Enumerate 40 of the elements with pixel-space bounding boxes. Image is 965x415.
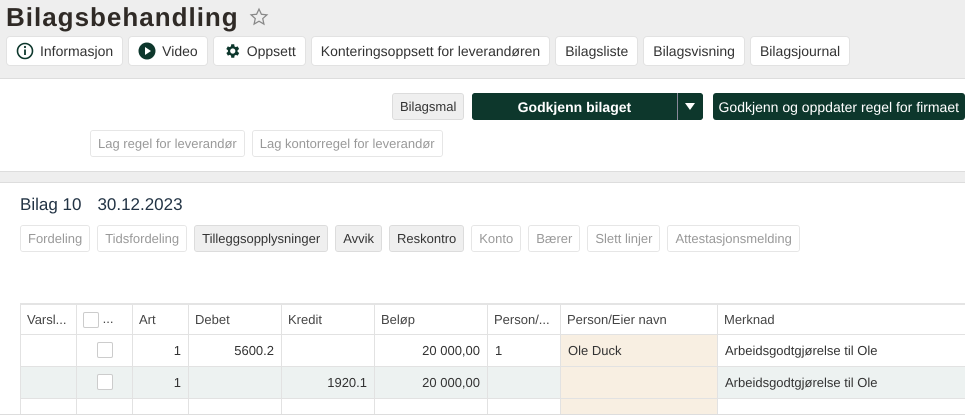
checkbox[interactable] — [83, 312, 99, 328]
nav-button[interactable]: Video — [128, 36, 208, 66]
table-cell: 1 — [132, 366, 188, 398]
table-cell: Ole Duck — [560, 334, 718, 366]
checkbox[interactable] — [96, 342, 112, 358]
nav-button[interactable]: Informasjon — [6, 36, 124, 66]
section-button[interactable]: Tilleggsopplysninger — [194, 225, 328, 252]
caret-icon — [685, 103, 696, 110]
nav-button[interactable]: Konteringsoppsett for leverandøren — [310, 36, 550, 66]
column-header[interactable]: Kredit — [282, 304, 374, 334]
dropdown-button[interactable] — [676, 93, 703, 120]
table-cell: 20 000,00 — [374, 366, 488, 398]
section-button[interactable]: Avvik — [335, 225, 382, 252]
table-row[interactable]: 1 1920.1 20 000,00 Arbeidsgodtgjørelse til Ole — [20, 366, 965, 398]
table-cell: 20 000,00 — [374, 334, 488, 366]
approve-update-button[interactable]: Godkjenn og oppdater regel for firmaet — [712, 93, 965, 120]
nav-button[interactable]: Oppsett — [212, 36, 306, 66]
column-header[interactable]: Varsl... — [20, 304, 76, 334]
template-button[interactable]: Bilagsmal — [392, 93, 464, 120]
play-icon — [138, 42, 156, 60]
table-cell: 1920.1 — [282, 366, 374, 398]
info-icon — [16, 42, 34, 60]
table-row[interactable]: 1 5600.2 20 000,00 1 Ole Duck Arbeidsgodtgjørelse til Ole — [20, 334, 965, 366]
section-button[interactable]: Reskontro — [389, 225, 464, 252]
nav-button[interactable]: Bilagsliste — [555, 36, 638, 66]
column-header[interactable]: Beløp — [374, 304, 488, 334]
nav-button[interactable]: Bilagsvisning — [643, 36, 745, 66]
voucher-number: Bilag 10 — [20, 195, 82, 215]
column-header[interactable]: Person/Eier navn — [560, 304, 718, 334]
star-icon[interactable] — [248, 7, 269, 27]
column-header[interactable]: Debet — [188, 304, 282, 334]
column-header[interactable]: ... — [76, 304, 132, 334]
column-header[interactable]: Art — [132, 304, 188, 334]
voucher-date: 30.12.2023 — [97, 195, 183, 215]
page-title: Bilagsbehandling — [6, 2, 239, 32]
table-cell: 5600.2 — [188, 334, 282, 366]
nav-button[interactable]: Bilagsjournal — [750, 36, 850, 66]
checkbox[interactable] — [96, 374, 112, 390]
table-cell: 1 — [132, 334, 188, 366]
column-header[interactable]: Person/... — [488, 304, 560, 334]
